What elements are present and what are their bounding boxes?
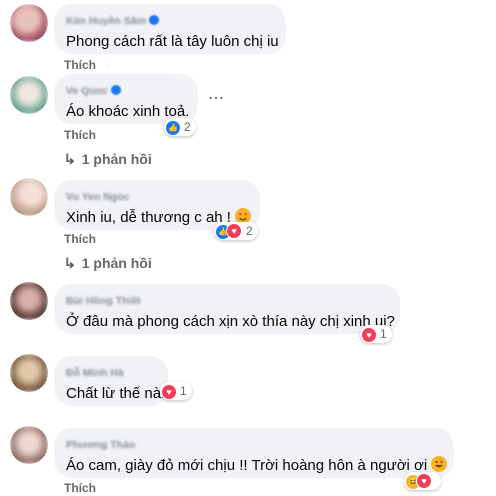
comment-text: Chất lừ thế nài <box>66 385 165 402</box>
avatar[interactable] <box>10 178 48 216</box>
view-replies-link[interactable]: ↳ 1 phản hồi <box>63 255 151 272</box>
more-options-icon[interactable]: ⋯ <box>208 88 225 108</box>
reply-arrow-icon: ↳ <box>63 151 77 167</box>
reaction-summary[interactable]: 👍 2 <box>164 118 196 136</box>
like-link[interactable]: Thích <box>64 128 96 142</box>
like-link[interactable]: Thích <box>64 58 96 72</box>
reaction-count: 2 <box>246 224 253 238</box>
reaction-summary[interactable]: 👍 ♥ 2 <box>214 222 258 240</box>
comment-text: Ở đâu mà phong cách xịn xò thía này chị … <box>66 313 395 330</box>
comment-author[interactable]: Đỗ Minh Hà <box>66 367 124 380</box>
comment-text: Phong cách rất là tây luôn chị iu <box>66 33 279 50</box>
comment-actions: Thích <box>64 128 96 142</box>
comment-actions: Thích · <box>64 58 110 72</box>
love-reaction-icon: ♥ <box>162 384 176 399</box>
reaction-summary[interactable]: 😆 ♥ <box>404 472 441 490</box>
verified-badge-icon <box>111 84 122 95</box>
comment-author[interactable]: Phương Thảo <box>66 439 135 452</box>
love-reaction-icon: ♥ <box>416 473 432 489</box>
reaction-summary[interactable]: ♥ 1 <box>160 382 192 400</box>
reaction-count: 1 <box>380 327 387 341</box>
timestamp[interactable]: · <box>106 58 110 72</box>
love-reaction-icon: ♥ <box>226 223 242 239</box>
grinning-emoji-icon <box>431 456 448 472</box>
reaction-count: 1 <box>180 384 187 398</box>
like-link[interactable]: Thích <box>64 232 96 246</box>
comment-author[interactable]: Kim Huyền Sâm <box>66 15 146 28</box>
comment-bubble: Kim Huyền Sâm Phong cách rất là tây luôn… <box>54 4 286 54</box>
avatar[interactable] <box>10 76 48 114</box>
like-reaction-icon: 👍 <box>166 120 180 135</box>
comment-bubble: Bùi Hồng Thiết Ở đâu mà phong cách xịn x… <box>54 284 400 334</box>
comment-bubble: Ve Quoc Áo khoác xinh toả. <box>54 74 198 124</box>
love-reaction-icon: ♥ <box>362 327 376 342</box>
comment-author[interactable]: Vu Yen Ngoc <box>66 191 130 204</box>
comment-actions: Thích <box>64 481 96 495</box>
comment-bubble: Đỗ Minh Hà Chất lừ thế nài <box>54 356 168 406</box>
comment-text: Áo cam, giày đỏ mới chịu !! Trời hoàng h… <box>66 456 448 476</box>
comment-bubble: Phương Thảo Áo cam, giày đỏ mới chịu !! … <box>54 428 454 478</box>
avatar[interactable] <box>10 282 48 320</box>
view-replies-link[interactable]: ↳ 1 phản hồi <box>63 151 151 168</box>
comment-author[interactable]: Bùi Hồng Thiết <box>66 295 141 308</box>
avatar[interactable] <box>10 354 48 392</box>
reaction-count: 2 <box>184 120 191 134</box>
avatar[interactable] <box>10 426 48 464</box>
avatar[interactable] <box>10 4 48 42</box>
like-link[interactable]: Thích <box>64 481 96 495</box>
comment-actions: Thích <box>64 232 96 246</box>
reaction-summary[interactable]: ♥ 1 <box>360 325 392 343</box>
comment-author[interactable]: Ve Quoc <box>66 85 108 98</box>
reply-arrow-icon: ↳ <box>63 255 77 271</box>
verified-badge-icon <box>148 14 159 25</box>
